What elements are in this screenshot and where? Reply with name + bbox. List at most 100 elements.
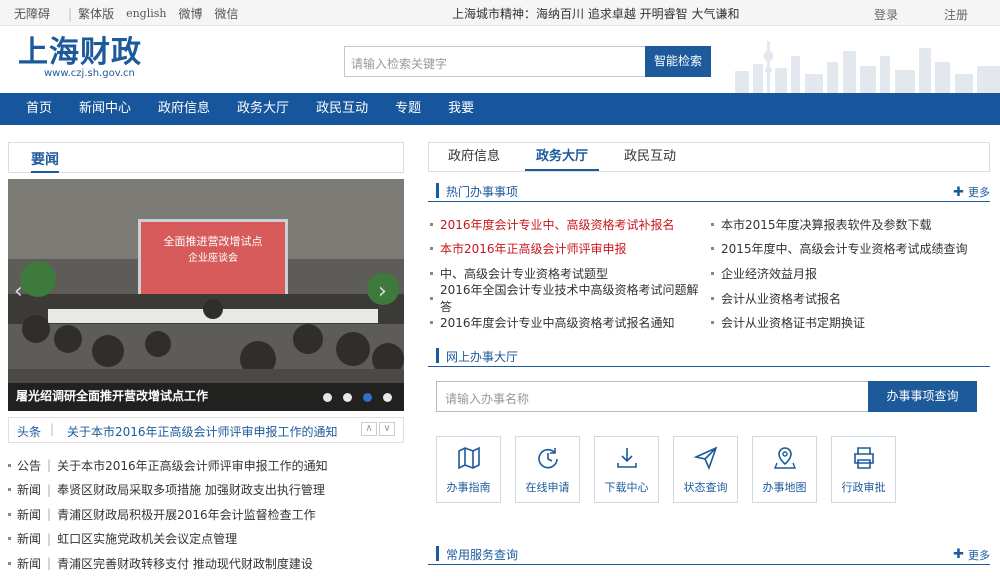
nav-interaction[interactable]: 政民互动: [316, 93, 368, 125]
carousel-caption[interactable]: 屠光绍调研全面推开营改增试点工作: [16, 387, 208, 404]
list-item[interactable]: 企业经济效益月报: [709, 261, 990, 286]
service-tabs: 政府信息 政务大厅 政民互动: [428, 142, 990, 172]
carousel-next-arrow[interactable]: ›: [378, 279, 398, 309]
nav-home[interactable]: 首页: [26, 93, 52, 125]
list-item[interactable]: 2015年度中、高级会计专业资格考试成绩查询: [709, 237, 990, 262]
tile-apply[interactable]: 在线申请: [515, 435, 580, 503]
news-title[interactable]: 关于本市2016年正高级会计师评审申报工作的通知: [57, 457, 328, 474]
list-item[interactable]: 新闻 | 奉贤区财政局采取多项措施 加强财政支出执行管理: [8, 478, 404, 503]
tab-interaction[interactable]: 政民互动: [613, 143, 687, 171]
bullet-icon: [430, 321, 433, 325]
list-item[interactable]: 本市2015年度决算报表软件及参数下载: [709, 212, 990, 237]
headline-up-button[interactable]: ∧: [361, 422, 377, 436]
list-item[interactable]: 会计从业资格证书定期换证: [709, 310, 990, 335]
section-marker: [436, 183, 439, 198]
register-link[interactable]: 注册: [944, 6, 968, 23]
bullet-icon: [8, 488, 11, 492]
news-title[interactable]: 青浦区完善财政转移支付 推动现代财政制度建设: [57, 555, 313, 572]
news-carousel[interactable]: 全面推进营改增试点 企业座谈会 ‹ › 屠光绍调研全面推开营改增试点工作: [8, 179, 404, 411]
site-logo[interactable]: 上海财政 www.czj.sh.gov.cn: [18, 36, 142, 80]
carousel-prev-arrow[interactable]: ‹: [14, 279, 34, 309]
english-link[interactable]: english: [126, 7, 166, 20]
tab-important-news[interactable]: 要闻: [31, 149, 59, 173]
more-link[interactable]: ✚ 更多: [953, 184, 990, 200]
accessibility-link[interactable]: 无障碍: [14, 5, 50, 22]
nav-gov-info[interactable]: 政府信息: [158, 93, 210, 125]
tile-map[interactable]: 办事地图: [752, 435, 817, 503]
bullet-icon: [430, 247, 433, 251]
carousel-dot-1[interactable]: [323, 393, 332, 402]
traditional-chinese-link[interactable]: 繁体版: [78, 5, 114, 22]
tile-download[interactable]: 下载中心: [594, 435, 659, 503]
nav-i-want[interactable]: 我要: [448, 93, 474, 125]
hot-item-text[interactable]: 2016年度会计专业中、高级资格考试补报名: [440, 216, 675, 233]
bullet-icon: [8, 512, 11, 516]
search-input[interactable]: 请输入检索关键字: [344, 46, 645, 77]
tab-service-hall[interactable]: 政务大厅: [525, 143, 600, 171]
list-item[interactable]: 新闻 | 虹口区实施党政机关会议定点管理: [8, 527, 404, 552]
plus-icon: ✚: [953, 184, 964, 200]
list-item[interactable]: 新闻 | 青浦区完善财政转移支付 推动现代财政制度建设: [8, 551, 404, 576]
plus-icon: ✚: [953, 547, 964, 563]
bullet-icon: [430, 296, 433, 300]
news-title[interactable]: 青浦区财政局积极开展2016年会计监督检查工作: [57, 506, 316, 523]
news-title[interactable]: 虹口区实施党政机关会议定点管理: [57, 530, 237, 547]
list-item[interactable]: 本市2016年正高级会计师评审申报: [428, 237, 709, 262]
hot-item-text[interactable]: 本市2016年正高级会计师评审申报: [440, 240, 627, 257]
news-title[interactable]: 奉贤区财政局采取多项措施 加强财政支出执行管理: [57, 481, 325, 498]
hot-item-text[interactable]: 2016年度会计专业中高级资格考试报名通知: [440, 314, 675, 331]
printer-icon: [853, 447, 874, 469]
bullet-icon: [711, 247, 714, 251]
hot-item-text[interactable]: 2016年全国会计专业技术中高级资格考试问题解答: [440, 281, 709, 315]
headline-down-button[interactable]: ∨: [379, 422, 395, 436]
service-search-input[interactable]: 请输入办事名称: [436, 380, 868, 412]
city-spirit-text: 上海城市精神：海纳百川 追求卓越 开明睿智 大气谦和: [452, 7, 740, 21]
hot-items-header: 热门办事事项 ✚ 更多: [428, 172, 990, 202]
hot-items-title: 热门办事事项: [446, 185, 519, 199]
hot-item-text[interactable]: 企业经济效益月报: [721, 265, 817, 282]
smart-search-button[interactable]: 智能检索: [645, 46, 711, 77]
weibo-link[interactable]: 微博: [178, 5, 202, 22]
carousel-dot-4[interactable]: [383, 393, 392, 402]
carousel-dot-2[interactable]: [343, 393, 352, 402]
nav-service-hall[interactable]: 政务大厅: [237, 93, 289, 125]
tile-approval[interactable]: 行政审批: [831, 435, 896, 503]
hot-item-text[interactable]: 会计从业资格证书定期换证: [721, 314, 865, 331]
list-item[interactable]: 会计从业资格考试报名: [709, 286, 990, 311]
wechat-link[interactable]: 微信: [215, 5, 239, 22]
nav-news-center[interactable]: 新闻中心: [79, 93, 131, 125]
common-services-title: 常用服务查询: [446, 547, 519, 562]
news-category: 公告: [17, 458, 42, 473]
tile-status[interactable]: 状态查询: [673, 435, 738, 503]
separator: |: [47, 531, 52, 546]
common-services-header: 常用服务查询 ✚ 更多: [428, 535, 990, 565]
hot-item-text[interactable]: 本市2015年度决算报表软件及参数下载: [721, 216, 932, 233]
tab-gov-info[interactable]: 政府信息: [437, 143, 511, 171]
list-item[interactable]: 2016年全国会计专业技术中高级资格考试问题解答: [428, 283, 709, 314]
separator: |: [50, 422, 55, 436]
banner-line1: 全面推进营改增试点: [164, 234, 263, 248]
utility-links: 无障碍 | 繁体版 english 微博 微信: [14, 5, 251, 22]
login-link[interactable]: 登录: [874, 6, 898, 23]
service-query-button[interactable]: 办事事项查询: [868, 380, 977, 412]
list-item[interactable]: 新闻 | 青浦区财政局积极开展2016年会计监督检查工作: [8, 502, 404, 527]
separator: |: [47, 556, 52, 571]
list-item[interactable]: 公告 | 关于本市2016年正高级会计师评审申报工作的通知: [8, 453, 404, 478]
hot-item-text[interactable]: 会计从业资格考试报名: [721, 290, 841, 307]
service-search: 请输入办事名称 办事事项查询: [436, 380, 990, 412]
hot-items-list: 2016年度会计专业中、高级资格考试补报名 本市2016年正高级会计师评审申报 …: [428, 212, 990, 335]
list-item[interactable]: 2016年度会计专业中、高级资格考试补报名: [428, 212, 709, 237]
list-item[interactable]: 2016年度会计专业中高级资格考试报名通知: [428, 310, 709, 335]
nav-topics[interactable]: 专题: [395, 93, 421, 125]
hot-item-text[interactable]: 2015年度中、高级会计专业资格考试成绩查询: [721, 240, 968, 257]
send-icon: [692, 446, 717, 471]
more-link[interactable]: ✚ 更多: [953, 547, 990, 563]
carousel-dot-3[interactable]: [363, 393, 372, 402]
hot-item-text[interactable]: 中、高级会计专业资格考试题型: [440, 265, 608, 282]
headline-link[interactable]: 关于本市2016年正高级会计师评审申报工作的通知: [67, 423, 338, 440]
bullet-icon: [711, 296, 714, 300]
tile-guide[interactable]: 办事指南: [436, 435, 501, 503]
service-column: 政府信息 政务大厅 政民互动 热门办事事项 ✚ 更多 2016年度会计专业中、高级…: [428, 142, 990, 565]
tile-label: 办事地图: [762, 480, 807, 494]
location-icon: [773, 447, 796, 469]
